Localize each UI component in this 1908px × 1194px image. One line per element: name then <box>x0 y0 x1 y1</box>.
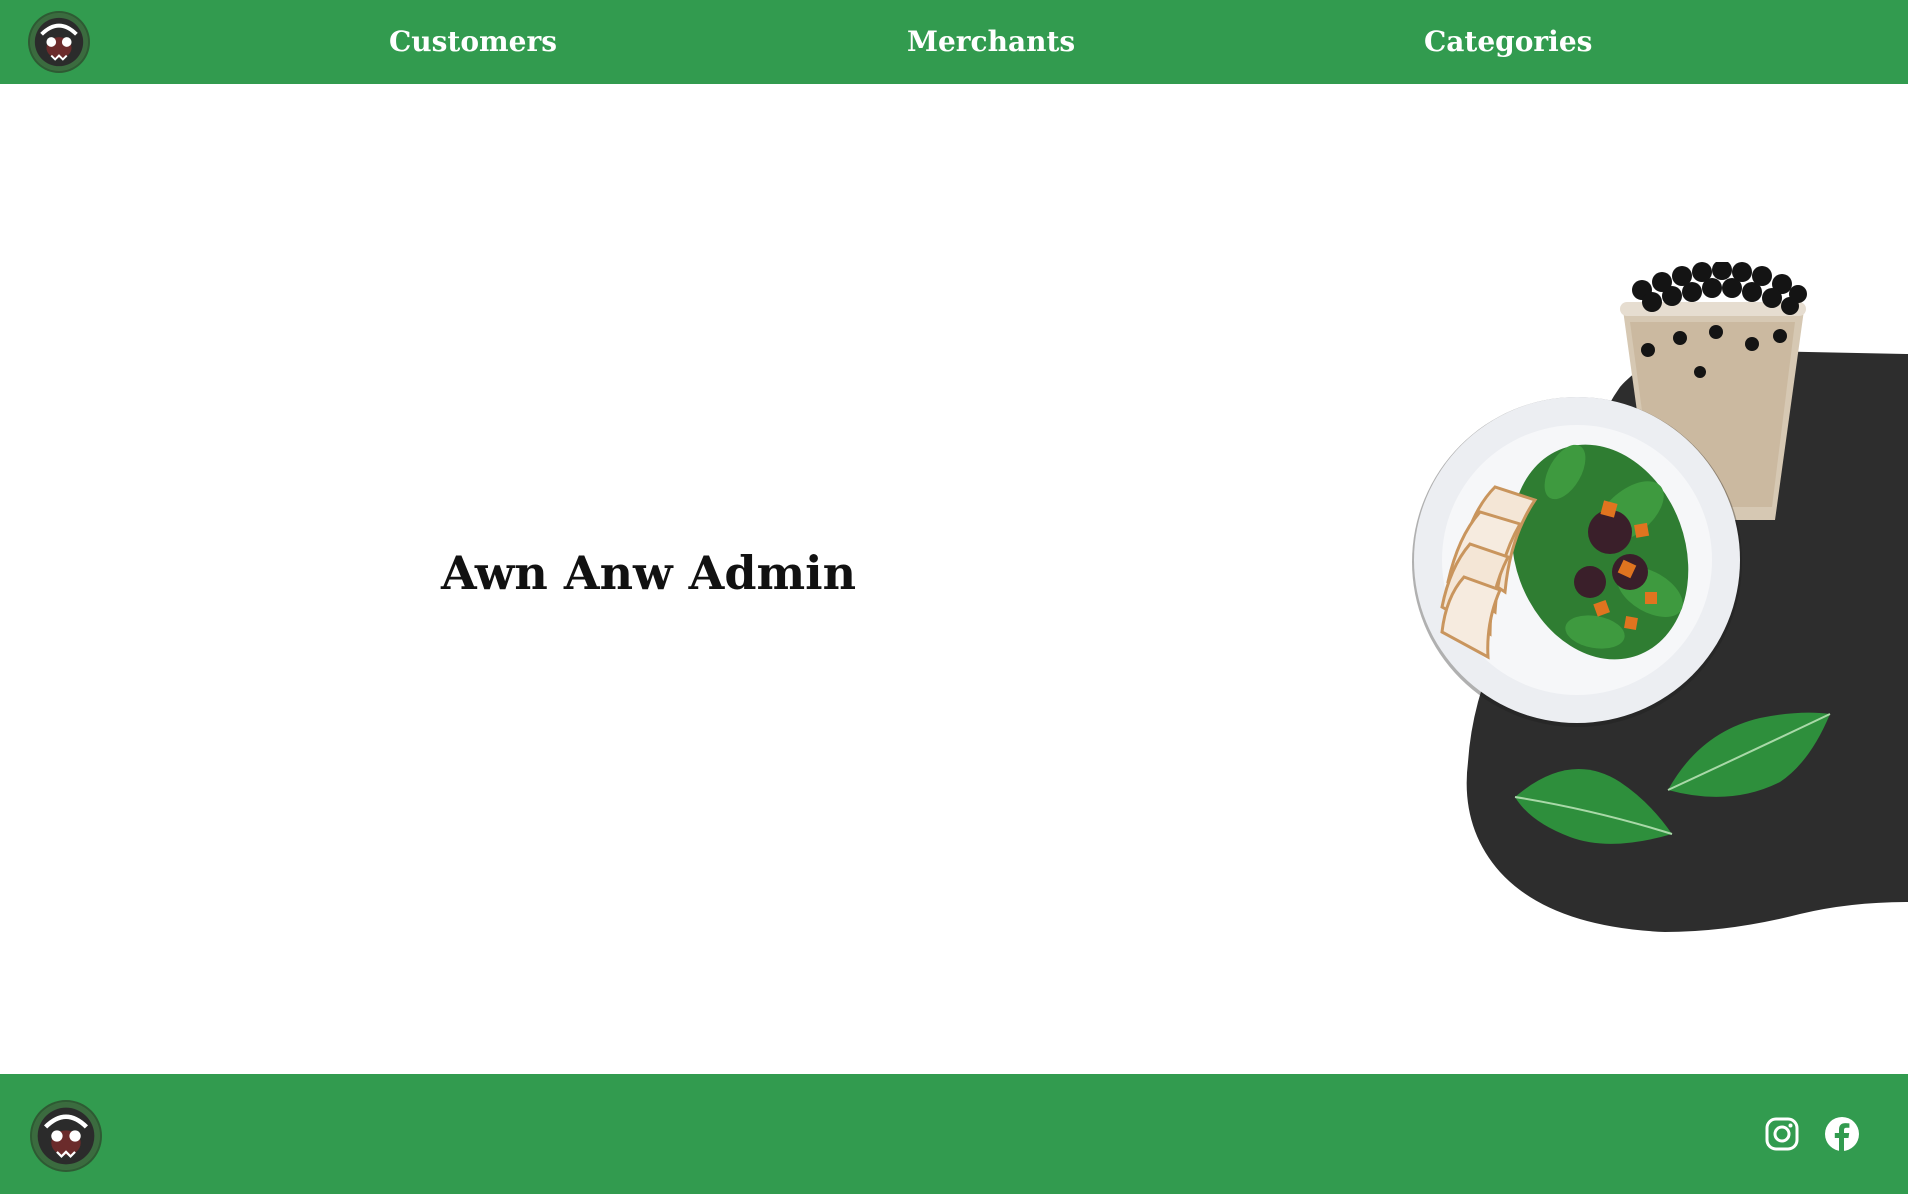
instagram-icon[interactable] <box>1764 1116 1800 1152</box>
facebook-icon[interactable] <box>1824 1116 1860 1152</box>
nav-customers-link[interactable]: Customers <box>389 0 557 84</box>
nav-categories-link[interactable]: Categories <box>1424 0 1592 84</box>
top-navbar: Customers Merchants Categories <box>0 0 1908 84</box>
nav-merchants-link[interactable]: Merchants <box>907 0 1075 84</box>
awn-anw-logo-icon[interactable] <box>30 13 88 71</box>
hero-food-illustration <box>1380 260 1908 942</box>
salad-plate-icon <box>1412 397 1742 727</box>
footer <box>0 1074 1908 1194</box>
page-title: Awn Anw Admin <box>441 546 857 600</box>
page: Customers Merchants Categories Awn Anw A… <box>0 0 1908 1194</box>
awn-anw-logo-icon[interactable] <box>32 1102 100 1170</box>
